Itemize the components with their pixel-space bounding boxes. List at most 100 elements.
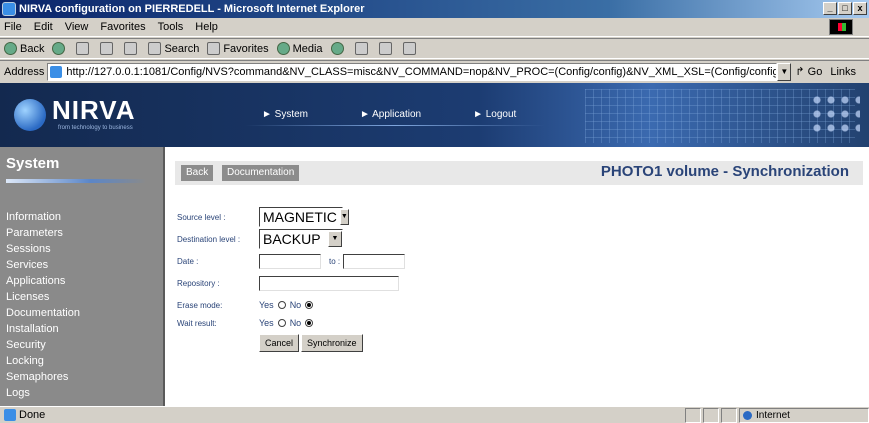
erase-no-label: No [289, 300, 302, 310]
print-button[interactable] [378, 42, 395, 55]
main-content: Back Documentation PHOTO1 volume - Synch… [167, 147, 869, 406]
stop-button[interactable] [76, 42, 92, 55]
cancel-button[interactable]: Cancel [259, 334, 300, 352]
sidebar-item-installation[interactable]: Installation [6, 321, 80, 337]
edit-icon [402, 42, 416, 55]
browser-toolbar: Back Search Favorites Media [0, 38, 869, 59]
address-bar: Address http://127.0.0.1:1081/Config/NVS… [0, 60, 869, 82]
history-button[interactable] [330, 42, 347, 55]
nav-underline [245, 125, 545, 126]
menu-help[interactable]: Help [195, 21, 218, 33]
erase-no-radio[interactable] [305, 301, 314, 309]
back-button[interactable]: Back [4, 42, 44, 55]
go-button[interactable]: ↱ Go [795, 65, 822, 78]
status-pane-1 [685, 408, 701, 423]
sidebar-item-security[interactable]: Security [6, 337, 80, 353]
documentation-link-button[interactable]: Documentation [222, 165, 300, 181]
menu-view[interactable]: View [65, 21, 89, 33]
logo-text: NIRVA [52, 95, 136, 125]
sidebar-item-information[interactable]: Information [6, 209, 80, 225]
top-navigation: ► System ► Application ► Logout [262, 109, 568, 120]
menu-edit[interactable]: Edit [34, 21, 53, 33]
destination-level-select[interactable]: BACKUP ▼ [259, 229, 343, 249]
wait-result-label: Wait result: [177, 318, 217, 328]
sidebar-item-applications[interactable]: Applications [6, 273, 80, 289]
repository-input[interactable] [259, 275, 399, 291]
nav-logout[interactable]: ► Logout [473, 109, 516, 120]
ie-icon [2, 2, 16, 16]
sidebar-item-services[interactable]: Services [6, 257, 80, 273]
content-header: Back Documentation PHOTO1 volume - Synch… [175, 161, 863, 185]
menu-favorites[interactable]: Favorites [100, 21, 145, 33]
back-link-button[interactable]: Back [181, 165, 214, 181]
back-label: Back [20, 42, 45, 55]
sidebar-item-locking[interactable]: Locking [6, 353, 80, 369]
address-dropdown-button[interactable]: ▼ [777, 62, 792, 81]
search-label: Search [164, 42, 200, 55]
chevron-down-icon: ▼ [328, 231, 342, 247]
links-button[interactable]: Links [830, 66, 856, 78]
sidebar-title-bar [6, 179, 146, 183]
destination-level-value: BACKUP [263, 231, 321, 247]
synchronize-button[interactable]: Synchronize [301, 334, 363, 352]
favorites-icon [207, 42, 221, 55]
sidebar-item-documentation[interactable]: Documentation [6, 305, 80, 321]
status-pane-3 [721, 408, 737, 423]
web-page: NIRVA from technology to business ► Syst… [0, 83, 869, 406]
forward-button[interactable] [52, 42, 68, 55]
date-to-input[interactable] [343, 253, 406, 269]
nav-system[interactable]: ► System [262, 109, 308, 120]
nirva-logo[interactable]: NIRVA from technology to business [14, 95, 164, 137]
refresh-button[interactable] [100, 42, 116, 55]
history-icon [330, 42, 344, 55]
search-icon [148, 42, 162, 55]
favorites-label: Favorites [223, 42, 269, 55]
media-label: Media [292, 42, 323, 55]
security-zone: Internet [739, 408, 869, 423]
address-input[interactable]: http://127.0.0.1:1081/Config/NVS?command… [47, 62, 778, 81]
wait-no-radio[interactable] [305, 319, 314, 327]
status-bar: Done Internet [0, 406, 869, 423]
source-level-label: Source level : [177, 212, 226, 222]
nirva-banner: NIRVA from technology to business ► Syst… [0, 83, 869, 147]
maximize-button[interactable]: □ [838, 2, 852, 15]
logo-globe-icon [14, 99, 46, 131]
sidebar-item-semaphores[interactable]: Semaphores [6, 369, 80, 385]
date-from-input[interactable] [259, 253, 321, 269]
home-button[interactable] [124, 42, 140, 55]
menu-bar: File Edit View Favorites Tools Help [0, 18, 869, 37]
status-pane-2 [703, 408, 719, 423]
page-done-icon [4, 409, 16, 421]
sidebar-item-parameters[interactable]: Parameters [6, 225, 80, 241]
repository-label: Repository : [177, 278, 220, 288]
close-button[interactable]: x [853, 2, 867, 15]
wait-yes-radio[interactable] [277, 319, 286, 327]
windows-logo-icon [829, 19, 853, 35]
window-title-bar: NIRVA configuration on PIERREDELL - Micr… [0, 0, 869, 18]
home-icon [124, 42, 138, 55]
source-level-select[interactable]: MAGNETIC ▼ [259, 207, 349, 227]
favorites-button[interactable]: Favorites [207, 42, 269, 55]
sidebar-title: System [6, 155, 60, 172]
nav-application[interactable]: ► Application [360, 109, 421, 120]
sidebar-menu: Information Parameters Sessions Services… [6, 209, 80, 401]
sidebar-item-sessions[interactable]: Sessions [6, 241, 80, 257]
media-button[interactable]: Media [276, 42, 323, 55]
back-arrow-icon [4, 42, 17, 55]
chevron-down-icon: ▼ [339, 209, 349, 225]
menu-tools[interactable]: Tools [158, 21, 184, 33]
logo-tagline: from technology to business [58, 125, 133, 131]
edit-button[interactable] [402, 42, 419, 55]
sidebar-item-logs[interactable]: Logs [6, 385, 80, 401]
menu-file[interactable]: File [4, 21, 22, 33]
erase-yes-radio[interactable] [277, 301, 286, 309]
banner-dots-decoration [810, 93, 860, 133]
mail-button[interactable] [354, 42, 371, 55]
wait-yes-label: Yes [259, 318, 274, 328]
sidebar-item-licenses[interactable]: Licenses [6, 289, 80, 305]
minimize-button[interactable]: _ [823, 2, 837, 15]
sidebar: System Information Parameters Sessions S… [0, 147, 165, 406]
search-button[interactable]: Search [148, 42, 199, 55]
refresh-icon [100, 42, 114, 55]
erase-mode-label: Erase mode: [177, 300, 223, 310]
